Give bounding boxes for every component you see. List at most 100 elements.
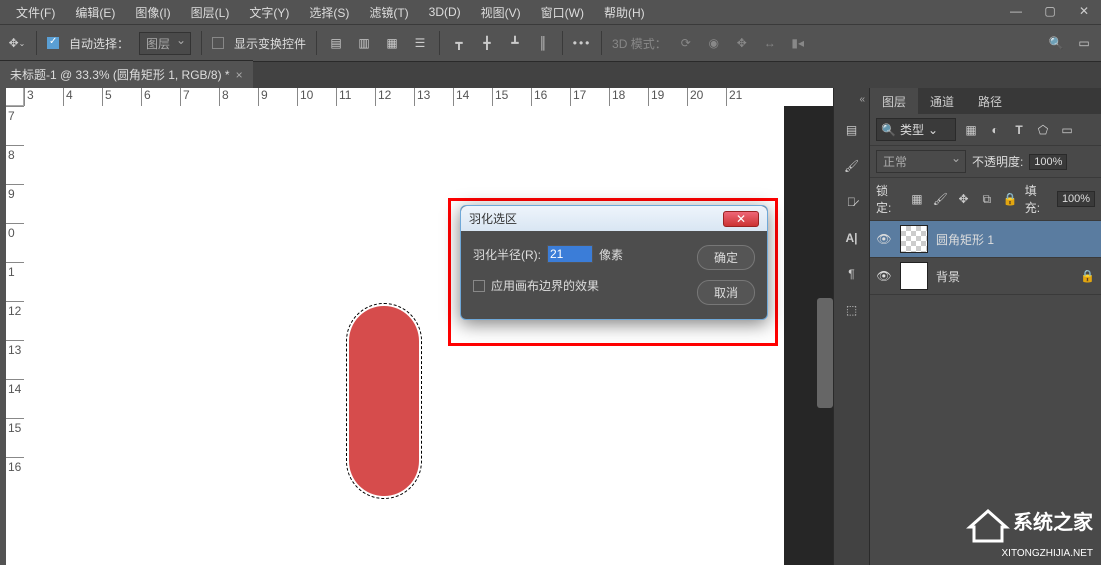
ruler-origin[interactable] — [6, 88, 24, 106]
auto-select-label: 自动选择： — [69, 35, 129, 52]
menu-file[interactable]: 文件(F) — [6, 4, 65, 21]
menu-3d[interactable]: 3D(D) — [419, 5, 471, 19]
search-icon[interactable]: 🔍 — [1047, 34, 1065, 52]
menu-view[interactable]: 视图(V) — [471, 4, 531, 21]
ruler-vertical[interactable]: 789011213141516 — [6, 106, 24, 565]
3d-roll-icon[interactable]: ◉ — [705, 34, 723, 52]
lock-paint-icon[interactable]: 🖌 — [932, 190, 949, 208]
close-window-button[interactable]: ✕ — [1073, 2, 1095, 20]
chevron-down-icon: ⌄ — [928, 123, 938, 137]
align-left-icon[interactable]: ▤ — [327, 34, 345, 52]
dialog-title-text: 羽化选区 — [469, 210, 517, 227]
character-panel-icon[interactable]: A| — [841, 227, 863, 249]
align-center-icon[interactable]: ▥ — [355, 34, 373, 52]
rounded-rectangle-shape[interactable] — [349, 306, 419, 496]
menu-edit[interactable]: 编辑(E) — [65, 4, 125, 21]
show-transform-checkbox[interactable] — [212, 37, 224, 49]
filter-pixel-icon[interactable]: ▦ — [962, 121, 980, 139]
menu-layer[interactable]: 图层(L) — [181, 4, 240, 21]
canvas-area: 3456789101112131415161718192021 78901121… — [6, 88, 833, 565]
align-bottom-icon[interactable]: ┻ — [506, 34, 524, 52]
3d-pan-icon[interactable]: ✥ — [733, 34, 751, 52]
maximize-button[interactable]: ▢ — [1039, 2, 1061, 20]
close-tab-icon[interactable]: × — [236, 68, 243, 82]
auto-select-checkbox[interactable] — [47, 37, 59, 49]
layer-filter-search[interactable]: 🔍 类型 ⌄ — [876, 118, 956, 141]
layer-thumbnail[interactable] — [900, 262, 928, 290]
menu-window[interactable]: 窗口(W) — [531, 4, 594, 21]
feather-radius-row: 羽化半径(R): 像素 — [473, 245, 687, 263]
tab-layers[interactable]: 图层 — [870, 88, 918, 114]
lock-icon: 🔒 — [1080, 269, 1095, 283]
filter-shape-icon[interactable]: ⬠ — [1034, 121, 1052, 139]
canvas[interactable] — [24, 106, 784, 565]
minimize-button[interactable]: — — [1005, 2, 1027, 20]
brush-settings-panel-icon[interactable]: 🖌̷ — [841, 191, 863, 213]
visibility-toggle-icon[interactable]: 👁 — [876, 269, 892, 283]
layer-item[interactable]: 👁 背景 🔒 — [870, 258, 1101, 295]
workspace-icon[interactable]: ▭ — [1075, 34, 1093, 52]
ruler-horizontal[interactable]: 3456789101112131415161718192021 — [24, 88, 833, 106]
watermark: 系统之家 XITONGZHIJIA.NET — [966, 506, 1093, 559]
layer-thumbnail[interactable] — [900, 225, 928, 253]
opacity-input[interactable] — [1029, 154, 1067, 170]
distribute-icon[interactable]: ║ — [534, 34, 552, 52]
panel-tabs: 图层 通道 路径 — [870, 88, 1101, 114]
move-tool-icon[interactable]: ✥⌄ — [8, 34, 26, 52]
layers-panel: 图层 通道 路径 🔍 类型 ⌄ ▦ ◐ T ⬠ ▭ 正常 不透明度: 锁定: ▦… — [869, 88, 1101, 565]
history-panel-icon[interactable]: ▤ — [841, 119, 863, 141]
tab-channels[interactable]: 通道 — [918, 88, 966, 114]
menu-filter[interactable]: 滤镜(T) — [359, 4, 418, 21]
layer-name[interactable]: 背景 — [936, 268, 960, 285]
layer-name[interactable]: 圆角矩形 1 — [936, 231, 994, 248]
align-right-icon[interactable]: ▦ — [383, 34, 401, 52]
ok-button[interactable]: 确定 — [697, 245, 755, 270]
3d-panel-icon[interactable]: ⬚ — [841, 299, 863, 321]
opacity-label: 不透明度: — [972, 153, 1023, 170]
filter-adjust-icon[interactable]: ◐ — [986, 121, 1004, 139]
align-middle-icon[interactable]: ╋ — [478, 34, 496, 52]
brush-panel-icon[interactable]: 🖌 — [841, 155, 863, 177]
document-tab[interactable]: 未标题-1 @ 33.3% (圆角矩形 1, RGB/8) * × — [0, 60, 253, 88]
collapse-chevron-icon[interactable]: « — [859, 94, 865, 105]
feather-radius-input[interactable] — [547, 245, 593, 263]
document-tab-title: 未标题-1 @ 33.3% (圆角矩形 1, RGB/8) * — [10, 66, 230, 83]
layer-item[interactable]: 👁 圆角矩形 1 — [870, 221, 1101, 258]
lock-position-icon[interactable]: ✥ — [955, 190, 972, 208]
3d-slide-icon[interactable]: ↔ — [761, 34, 779, 52]
apply-canvas-effect-checkbox[interactable] — [473, 280, 485, 292]
menu-image[interactable]: 图像(I) — [125, 4, 180, 21]
align-top-icon[interactable]: ┳ — [450, 34, 468, 52]
lock-all-icon[interactable]: 🔒 — [1001, 190, 1018, 208]
paragraph-panel-icon[interactable]: ¶ — [841, 263, 863, 285]
fill-input[interactable] — [1057, 191, 1095, 207]
3d-camera-icon[interactable]: ▮◂ — [789, 34, 807, 52]
document-tab-bar: 未标题-1 @ 33.3% (圆角矩形 1, RGB/8) * × — [0, 62, 1101, 88]
filter-type-icon[interactable]: T — [1010, 121, 1028, 139]
blend-mode-dropdown[interactable]: 正常 — [876, 150, 966, 173]
lock-transparent-icon[interactable]: ▦ — [908, 190, 925, 208]
dialog-titlebar[interactable]: 羽化选区 ✕ — [461, 206, 767, 231]
menu-help[interactable]: 帮助(H) — [594, 4, 655, 21]
filter-smart-icon[interactable]: ▭ — [1058, 121, 1076, 139]
options-bar: ✥⌄ 自动选择： 图层 显示变换控件 ▤ ▥ ▦ ☰ ┳ ╋ ┻ ║ ••• 3… — [0, 24, 1101, 62]
apply-canvas-effect-row: 应用画布边界的效果 — [473, 277, 687, 294]
visibility-toggle-icon[interactable]: 👁 — [876, 232, 892, 246]
scrollbar-vertical[interactable] — [817, 298, 833, 408]
menu-type[interactable]: 文字(Y) — [239, 4, 299, 21]
dialog-close-button[interactable]: ✕ — [723, 211, 759, 227]
tab-paths[interactable]: 路径 — [966, 88, 1014, 114]
more-options-icon[interactable]: ••• — [573, 34, 591, 52]
3d-orbit-icon[interactable]: ⟳ — [677, 34, 695, 52]
layer-filter-row: 🔍 类型 ⌄ ▦ ◐ T ⬠ ▭ — [870, 114, 1101, 146]
filter-kind-label: 类型 — [900, 121, 924, 138]
feather-selection-dialog: 羽化选区 ✕ 羽化半径(R): 像素 应用画布边界的效果 确定 取消 — [460, 205, 768, 320]
auto-select-target-dropdown[interactable]: 图层 — [139, 32, 191, 55]
cancel-button[interactable]: 取消 — [697, 280, 755, 305]
collapsed-panel-dock: « ▤ 🖌 🖌̷ A| ¶ ⬚ — [833, 88, 869, 565]
mode-3d-label: 3D 模式： — [612, 35, 667, 52]
blend-opacity-row: 正常 不透明度: — [870, 146, 1101, 178]
align-more-icon[interactable]: ☰ — [411, 34, 429, 52]
lock-artboard-icon[interactable]: ⧉ — [978, 190, 995, 208]
menu-select[interactable]: 选择(S) — [299, 4, 359, 21]
